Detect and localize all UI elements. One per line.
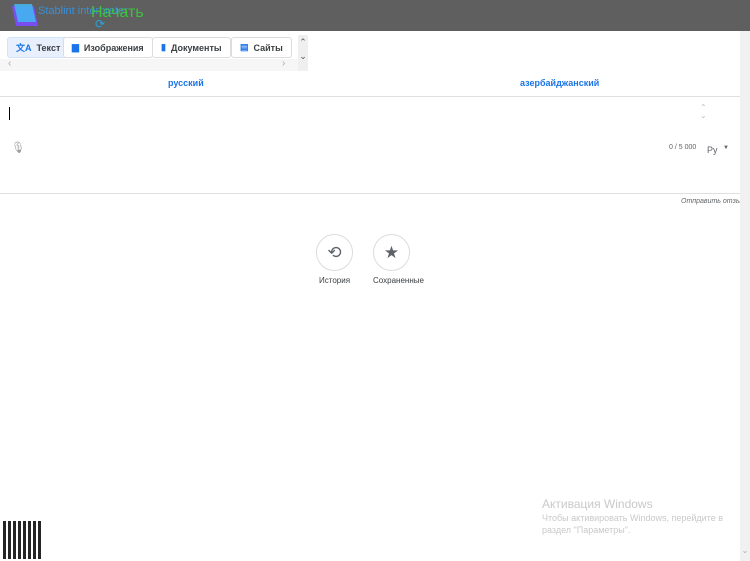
char-count: 0 / 5 000	[669, 144, 697, 151]
input-scroll-arrows[interactable]: ⌃ ⌄	[700, 104, 707, 120]
chevron-down-icon[interactable]: ▼	[723, 145, 729, 151]
chevron-down-icon[interactable]: ⌄	[740, 546, 750, 555]
image-icon: ▆	[72, 42, 79, 52]
qr-code	[3, 521, 41, 559]
divider	[0, 193, 740, 194]
divider	[0, 96, 740, 97]
history-button[interactable]: ⟲	[316, 234, 353, 271]
reload-icon[interactable]: ⟳	[95, 17, 105, 31]
tabs-vertical-scrollbar[interactable]: ⌃ ⌄	[298, 35, 308, 71]
microphone-icon[interactable]: 🎙︎	[11, 141, 25, 154]
translate-icon: 文A	[16, 43, 32, 53]
source-language[interactable]: русский	[168, 78, 204, 88]
send-feedback-link[interactable]: Отправить отзыв	[681, 198, 745, 205]
top-bar: Stablint interpreter Начать ⟳	[0, 0, 750, 31]
tab-text[interactable]: 文A Текст	[7, 37, 70, 58]
tab-label: Документы	[170, 42, 222, 53]
source-text-input[interactable]	[9, 107, 10, 120]
tab-documents[interactable]: ▮ Документы	[152, 37, 231, 58]
tab-label: Сайты	[253, 42, 283, 53]
star-icon: ★	[383, 242, 400, 262]
windows-activation-title: Активация Windows	[542, 497, 653, 511]
saved-label: Сохраненные	[373, 276, 424, 285]
saved-button[interactable]: ★	[373, 234, 410, 271]
input-tool-button[interactable]: Ру	[707, 145, 718, 155]
tabs-horizontal-scrollbar[interactable]: ‹ ›	[0, 58, 298, 71]
tab-label: Изображения	[83, 42, 144, 53]
tab-label: Текст	[36, 42, 61, 53]
windows-activation-text: Чтобы активировать Windows, перейдите в …	[542, 513, 723, 535]
history-icon: ⟲	[327, 242, 342, 262]
tab-images[interactable]: ▆ Изображения	[63, 37, 153, 58]
page-scrollbar[interactable]: ⌄	[740, 31, 750, 561]
target-language[interactable]: азербайджанский	[520, 78, 599, 88]
tab-websites[interactable]: ▤ Сайты	[231, 37, 292, 58]
document-icon: ▮	[161, 42, 166, 52]
website-icon: ▤	[240, 42, 249, 52]
history-label: История	[319, 276, 351, 285]
